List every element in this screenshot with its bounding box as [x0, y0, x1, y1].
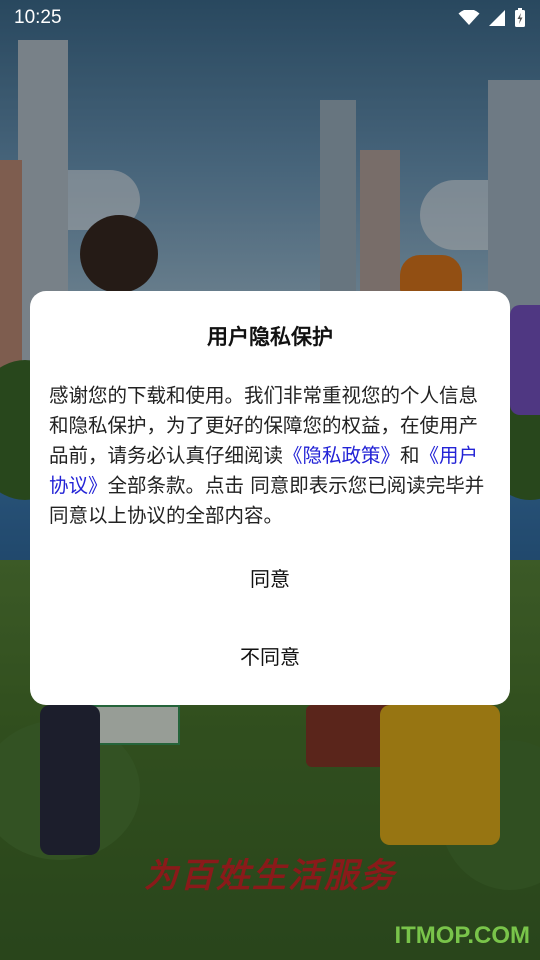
body-text: 和 [400, 444, 420, 467]
battery-charging-icon [515, 8, 525, 27]
agree-button[interactable]: 同意 [30, 553, 510, 602]
slogan: 为百姓生活服务 [144, 856, 396, 896]
dialog-title: 用户隐私保护 [207, 325, 333, 349]
privacy-policy-link[interactable]: 《隐私政策》 [283, 444, 400, 467]
wifi-icon [458, 10, 480, 25]
status-time: 10:25 [14, 7, 62, 28]
dialog-body: 感谢您的下载和使用。我们非常重视您的个人信息和隐私保护，为了更好的保障您的权益，… [49, 381, 495, 531]
status-icons [458, 8, 526, 28]
disagree-button[interactable]: 不同意 [30, 631, 510, 680]
privacy-dialog: 用户隐私保护 感谢您的下载和使用。我们非常重视您的个人信息和隐私保护，为了更好的… [30, 291, 510, 705]
body-text: 全部条款。点击 同意即表示您已阅读完毕并同意以上协议的全部内容。 [49, 474, 485, 527]
cellular-signal-icon [489, 10, 505, 26]
status-bar: 10:25 [0, 0, 540, 36]
watermark: ITMOP.COM [394, 922, 530, 949]
